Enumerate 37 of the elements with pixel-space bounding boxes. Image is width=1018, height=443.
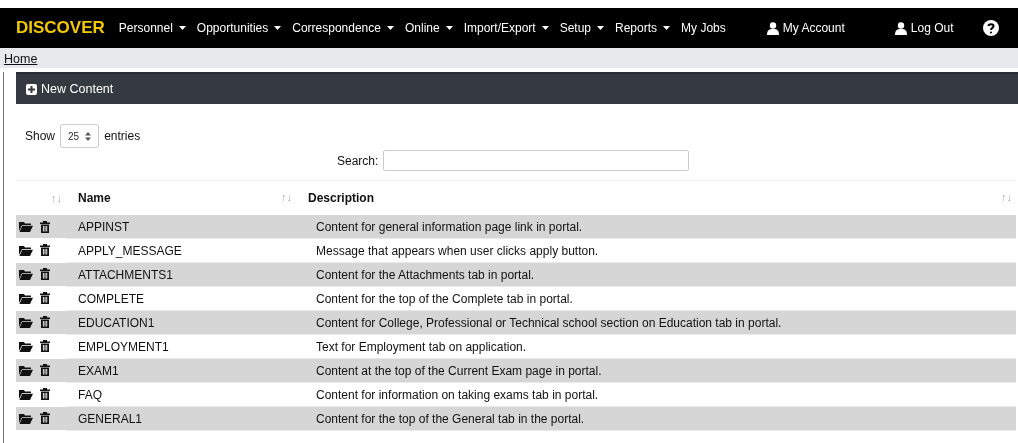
table-cell: Content for the Attachments tab in portal. xyxy=(316,267,535,282)
column-header[interactable]: Description xyxy=(308,191,374,205)
table-cell: FAQ xyxy=(78,387,102,402)
table-cell: ATTACHMENTS1 xyxy=(78,267,173,282)
show-label: Show xyxy=(25,129,56,143)
account-link[interactable]: Log Out xyxy=(894,21,954,35)
table-cell: Content for general information page link in portal. xyxy=(316,219,583,234)
nav-menu-item[interactable]: Setup xyxy=(559,21,605,35)
nav-menu-item[interactable]: Personnel xyxy=(118,21,186,35)
column-header[interactable]: Name xyxy=(78,191,111,205)
table-cell: APPLY_MESSAGE xyxy=(78,243,182,258)
search-label: Search: xyxy=(337,153,379,168)
table-cell: Content for the top of the Complete tab in portal. xyxy=(316,291,573,306)
breadcrumb-link[interactable]: Home xyxy=(4,52,38,66)
nav-menu-item[interactable]: Reports xyxy=(615,21,671,35)
table-cell: COMPLETE xyxy=(78,291,144,306)
nav-menu-item[interactable]: Opportunities xyxy=(196,21,282,35)
table-cell: EDUCATION1 xyxy=(78,315,155,330)
table-cell: EXAM1 xyxy=(78,363,119,378)
brand-logo[interactable]: DISCOVER xyxy=(16,18,105,38)
entries-select[interactable]: 25 xyxy=(60,124,100,148)
nav-menu-item[interactable]: Correspondence xyxy=(292,21,394,35)
nav-menu-item[interactable]: Import/Export xyxy=(463,21,549,35)
table-cell: Message that appears when user clicks apply button. xyxy=(316,243,599,258)
table-cell: EMPLOYMENT1 xyxy=(78,339,169,354)
entries-label: entries xyxy=(104,129,141,143)
table-cell: GENERAL1 xyxy=(78,411,143,426)
nav-menu-item[interactable]: My Jobs xyxy=(681,21,726,35)
new-content-button[interactable]: New Content xyxy=(26,82,114,96)
table-cell: APPINST xyxy=(78,219,130,234)
table-cell: Content for the top of the General tab in the portal. xyxy=(316,411,585,426)
table-cell: Content for College, Professional or Technical school section on Education tab in portal. xyxy=(316,315,782,330)
table-cell: Content at the top of the Current Exam page in portal. xyxy=(316,363,602,378)
table-cell: Text for Employment tab on application. xyxy=(316,339,527,354)
nav-menu-item[interactable]: Online xyxy=(404,21,453,35)
account-link[interactable]: My Account xyxy=(766,21,845,35)
table-cell: Content for information on taking exams tab in portal. xyxy=(316,387,599,402)
